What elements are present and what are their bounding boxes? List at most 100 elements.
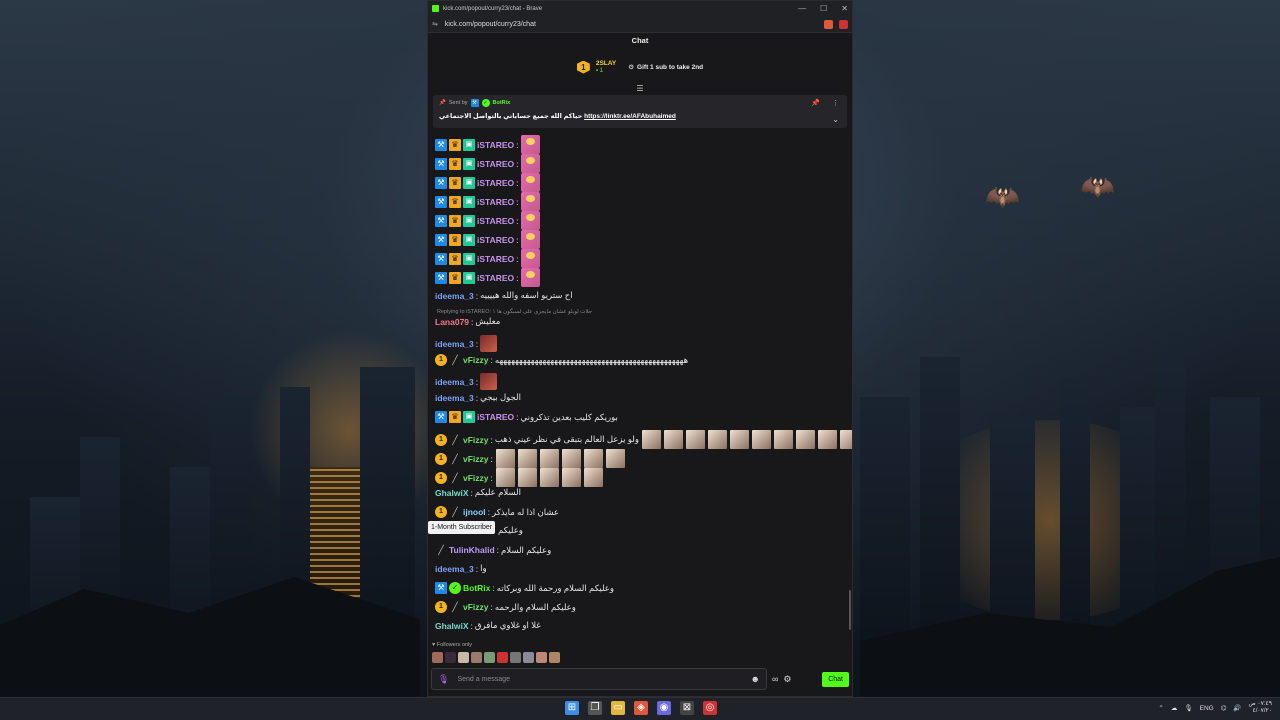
- crown-icon: ♛: [449, 214, 461, 227]
- username[interactable]: TulinKhalid: [449, 545, 495, 555]
- quick-emote[interactable]: [523, 652, 534, 663]
- minimize-button[interactable]: —: [798, 4, 806, 13]
- more-options-icon[interactable]: ⋮: [832, 99, 839, 107]
- subscriber-badge-icon: 1: [435, 433, 447, 446]
- gift-cta[interactable]: Gift 1 sub to take 2nd: [637, 64, 703, 71]
- crown-icon: ♛: [449, 233, 461, 246]
- pinned-sender[interactable]: BotRix: [493, 100, 511, 106]
- chat-message: 1 ╱ ijnool: عشان اذا له مايذكر: [435, 506, 559, 518]
- emote: [520, 173, 540, 192]
- pinned-link[interactable]: https://linktr.ee/AFAbuhaimed: [584, 113, 676, 120]
- infinity-icon[interactable]: ∞: [772, 674, 778, 684]
- chat-message: 1 ╱ vFizzy:: [435, 449, 625, 468]
- username[interactable]: ideema_3: [435, 291, 474, 301]
- language-indicator[interactable]: ENG: [1200, 705, 1214, 712]
- network-icon[interactable]: ⌬: [1221, 704, 1227, 712]
- subscriber-badge-icon: 1: [435, 452, 447, 465]
- username[interactable]: iSTAREO: [477, 254, 514, 264]
- address-bar[interactable]: ⇋ kick.com/popout/curry23/chat: [428, 16, 852, 33]
- vip-icon: ▣: [463, 271, 475, 284]
- vip-icon: ▣: [463, 411, 475, 423]
- username[interactable]: ideema_3: [435, 377, 474, 387]
- brave-shield-icon[interactable]: [824, 19, 833, 29]
- username[interactable]: vFizzy: [463, 435, 489, 445]
- close-button[interactable]: ✕: [841, 4, 848, 13]
- quick-emote[interactable]: [510, 652, 521, 663]
- username[interactable]: iSTAREO: [477, 235, 514, 245]
- quick-emote[interactable]: [484, 652, 495, 663]
- chat-message: ⚒ ♛ ▣ iSTAREO:: [435, 211, 540, 230]
- clock[interactable]: ٠٧:٤٩ ص ٤/٠٧/٢٠: [1249, 701, 1272, 715]
- discord-icon[interactable]: ◉: [657, 701, 671, 715]
- followers-only-text: Followers only: [436, 642, 472, 648]
- username[interactable]: iSTAREO: [477, 197, 514, 207]
- crown-icon: ♛: [449, 176, 461, 189]
- chevron-up-icon[interactable]: ⌃: [1158, 704, 1163, 712]
- quick-emote[interactable]: [497, 652, 508, 663]
- username[interactable]: iSTAREO: [477, 140, 514, 150]
- site-settings-icon[interactable]: ⇋: [432, 20, 438, 28]
- subscriber-badge-icon: 1: [435, 506, 447, 518]
- username[interactable]: iSTAREO: [477, 159, 514, 169]
- settings-gear-icon[interactable]: ⚙: [783, 674, 791, 685]
- brave-browser-icon[interactable]: ◈: [634, 701, 648, 715]
- chat-input-placeholder[interactable]: Send a message: [457, 676, 510, 683]
- username[interactable]: ideema_3: [435, 339, 474, 349]
- send-chat-button[interactable]: Chat: [822, 671, 849, 687]
- unpin-icon[interactable]: 📌: [811, 99, 820, 107]
- chat-input[interactable]: 🎙 Send a message ☻: [431, 668, 767, 690]
- cloud-icon[interactable]: ☁: [1171, 704, 1178, 712]
- leader-name[interactable]: 2SLAY: [596, 60, 616, 68]
- chat-message: 1 ╱ vFizzy: ولو يزعل العالم بتبقى في نظر عي…: [435, 430, 852, 449]
- username[interactable]: vFizzy: [463, 602, 489, 612]
- chat-input-row: 🎙 Send a message ☻ ∞ ⚙ Chat: [431, 668, 849, 690]
- brave-rewards-icon[interactable]: [839, 19, 848, 29]
- quick-emote[interactable]: [458, 652, 469, 663]
- chat-message: ideema_3:: [435, 335, 498, 352]
- username[interactable]: iSTAREO: [477, 273, 514, 283]
- message-text: وعليكم: [498, 525, 523, 535]
- gift-leaderboard: 1 2SLAY ▪ 1 ⚙ Gift 1 sub to take 2nd: [428, 49, 852, 85]
- url-text[interactable]: kick.com/popout/curry23/chat: [445, 21, 536, 28]
- chat-message: ⚒ ♛ ▣ iSTAREO:: [435, 173, 540, 192]
- chat-messages[interactable]: ⚒ ♛ ▣ iSTAREO: ⚒ ♛ ▣ iSTAREO: ⚒ ♛ ▣ iSTAREO: ⚒ ♛ ▣ i…: [428, 133, 852, 633]
- emote: [561, 468, 581, 487]
- app-icon[interactable]: ⊠: [680, 701, 694, 715]
- username[interactable]: iSTAREO: [477, 412, 514, 422]
- quick-emote[interactable]: [471, 652, 482, 663]
- emoji-icon[interactable]: ☻: [751, 674, 760, 684]
- pin-icon: 📌: [439, 100, 446, 106]
- quick-emote[interactable]: [536, 652, 547, 663]
- quick-emote[interactable]: [445, 652, 456, 663]
- emote: [663, 430, 683, 449]
- volume-icon[interactable]: 🔊: [1233, 704, 1241, 712]
- task-view-icon[interactable]: ❐: [588, 701, 602, 715]
- username[interactable]: vFizzy: [463, 473, 489, 483]
- username[interactable]: BotRix: [463, 583, 490, 593]
- username[interactable]: GhalwiX: [435, 488, 469, 498]
- username[interactable]: vFizzy: [463, 355, 489, 365]
- mic-tray-icon[interactable]: 🎙: [1184, 704, 1192, 712]
- collapse-chevron-icon[interactable]: ☰: [428, 85, 852, 95]
- microphone-icon[interactable]: 🎙: [438, 674, 449, 685]
- message-text: غلا او غلاوي مافرق: [474, 620, 541, 630]
- reply-preview[interactable]: Replying to iSTAREO: حلات لوبلو عشان ماي…: [437, 309, 592, 315]
- file-explorer-icon[interactable]: ▭: [611, 701, 625, 715]
- username[interactable]: ideema_3: [435, 393, 474, 403]
- start-menu-icon[interactable]: ⊞: [565, 701, 579, 715]
- username[interactable]: vFizzy: [463, 454, 489, 464]
- username[interactable]: ijnool: [463, 507, 486, 517]
- username[interactable]: Lana079: [435, 317, 469, 327]
- quick-emote[interactable]: [549, 652, 560, 663]
- expand-chevron-icon[interactable]: ⌄: [832, 115, 839, 124]
- username[interactable]: iSTAREO: [477, 216, 514, 226]
- username[interactable]: ideema_3: [435, 564, 474, 574]
- chat-scrollbar[interactable]: [849, 590, 851, 630]
- message-text: السلام عليكم: [474, 487, 521, 497]
- maximize-button[interactable]: ☐: [820, 4, 827, 13]
- username[interactable]: GhalwiX: [435, 621, 469, 631]
- app-icon[interactable]: ◎: [703, 701, 717, 715]
- username[interactable]: iSTAREO: [477, 178, 514, 188]
- quick-emote[interactable]: [432, 652, 443, 663]
- message-text: عشان اذا له مايذكر: [492, 506, 559, 517]
